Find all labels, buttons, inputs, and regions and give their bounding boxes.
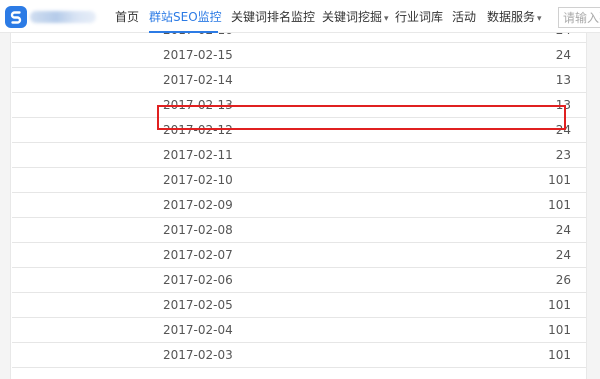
table-row: 2017-02-07 24 <box>12 243 586 268</box>
row-date: 2017-02-07 <box>163 248 233 262</box>
left-gutter <box>0 33 11 379</box>
nav-activities[interactable]: 活动 <box>452 10 476 24</box>
row-date: 2017-02-08 <box>163 223 233 237</box>
row-date: 2017-02-11 <box>163 148 233 162</box>
right-gutter <box>586 33 600 379</box>
table-row: 2017-02-10 101 <box>12 168 586 193</box>
row-count: 101 <box>548 323 571 337</box>
table-row: 2017-02-03 101 <box>12 343 586 368</box>
nav-keyword-rank-monitor[interactable]: 关键词排名监控 <box>231 10 315 24</box>
row-count: 101 <box>548 348 571 362</box>
nav-keyword-mining[interactable]: 关键词挖掘 ▾ <box>322 10 389 26</box>
row-count: 23 <box>555 148 571 162</box>
row-count: 24 <box>555 223 571 237</box>
logo-icon[interactable] <box>4 5 28 29</box>
table-row: 2017-02-14 13 <box>12 68 586 93</box>
row-count: 26 <box>555 273 571 287</box>
row-date: 2017-02-06 <box>163 273 233 287</box>
row-count: 13 <box>555 73 571 87</box>
row-count: 101 <box>548 173 571 187</box>
row-count: 24 <box>555 123 571 137</box>
row-date: 2017-02-16 <box>163 33 233 42</box>
row-count: 13 <box>555 98 571 112</box>
row-count: 101 <box>548 298 571 312</box>
search-input[interactable] <box>558 7 600 28</box>
daily-count-table: 2017-02-16242017-02-15242017-02-14132017… <box>12 33 586 368</box>
main-content: 2017-02-16242017-02-15242017-02-14132017… <box>0 33 600 379</box>
row-count: 24 <box>556 33 571 42</box>
top-nav-bar: 首页 群站SEO监控 关键词排名监控 关键词挖掘 ▾ 行业词库 活动 数据服务 ▾ <box>0 0 600 33</box>
row-date: 2017-02-03 <box>163 348 233 362</box>
row-date: 2017-02-09 <box>163 198 233 212</box>
table-row: 2017-02-11 23 <box>12 143 586 168</box>
nav-data-services[interactable]: 数据服务 ▾ <box>487 10 542 26</box>
row-date: 2017-02-14 <box>163 73 233 87</box>
table-row: 2017-02-13 13 <box>12 93 586 118</box>
nav-home[interactable]: 首页 <box>115 10 139 24</box>
table-row: 2017-02-16 24 <box>12 33 586 43</box>
row-date: 2017-02-15 <box>163 48 233 62</box>
table-row: 2017-02-06 26 <box>12 268 586 293</box>
brand-name-blurred[interactable] <box>30 11 96 23</box>
row-count: 24 <box>555 48 571 62</box>
row-date: 2017-02-12 <box>163 123 233 137</box>
table-row: 2017-02-15 24 <box>12 43 586 68</box>
table-row: 2017-02-04 101 <box>12 318 586 343</box>
table-row: 2017-02-08 24 <box>12 218 586 243</box>
chevron-down-icon: ▾ <box>384 14 389 24</box>
chevron-down-icon: ▾ <box>537 14 542 24</box>
row-date: 2017-02-05 <box>163 298 233 312</box>
table-row: 2017-02-05 101 <box>12 293 586 318</box>
row-count: 101 <box>548 198 571 212</box>
nav-site-seo-monitor[interactable]: 群站SEO监控 <box>149 10 222 24</box>
table-row: 2017-02-12 24 <box>12 118 586 143</box>
row-date: 2017-02-10 <box>163 173 233 187</box>
row-date: 2017-02-13 <box>163 98 233 112</box>
row-date: 2017-02-04 <box>163 323 233 337</box>
row-count: 24 <box>555 248 571 262</box>
nav-industry-lexicon[interactable]: 行业词库 <box>395 10 443 24</box>
table-row: 2017-02-09 101 <box>12 193 586 218</box>
